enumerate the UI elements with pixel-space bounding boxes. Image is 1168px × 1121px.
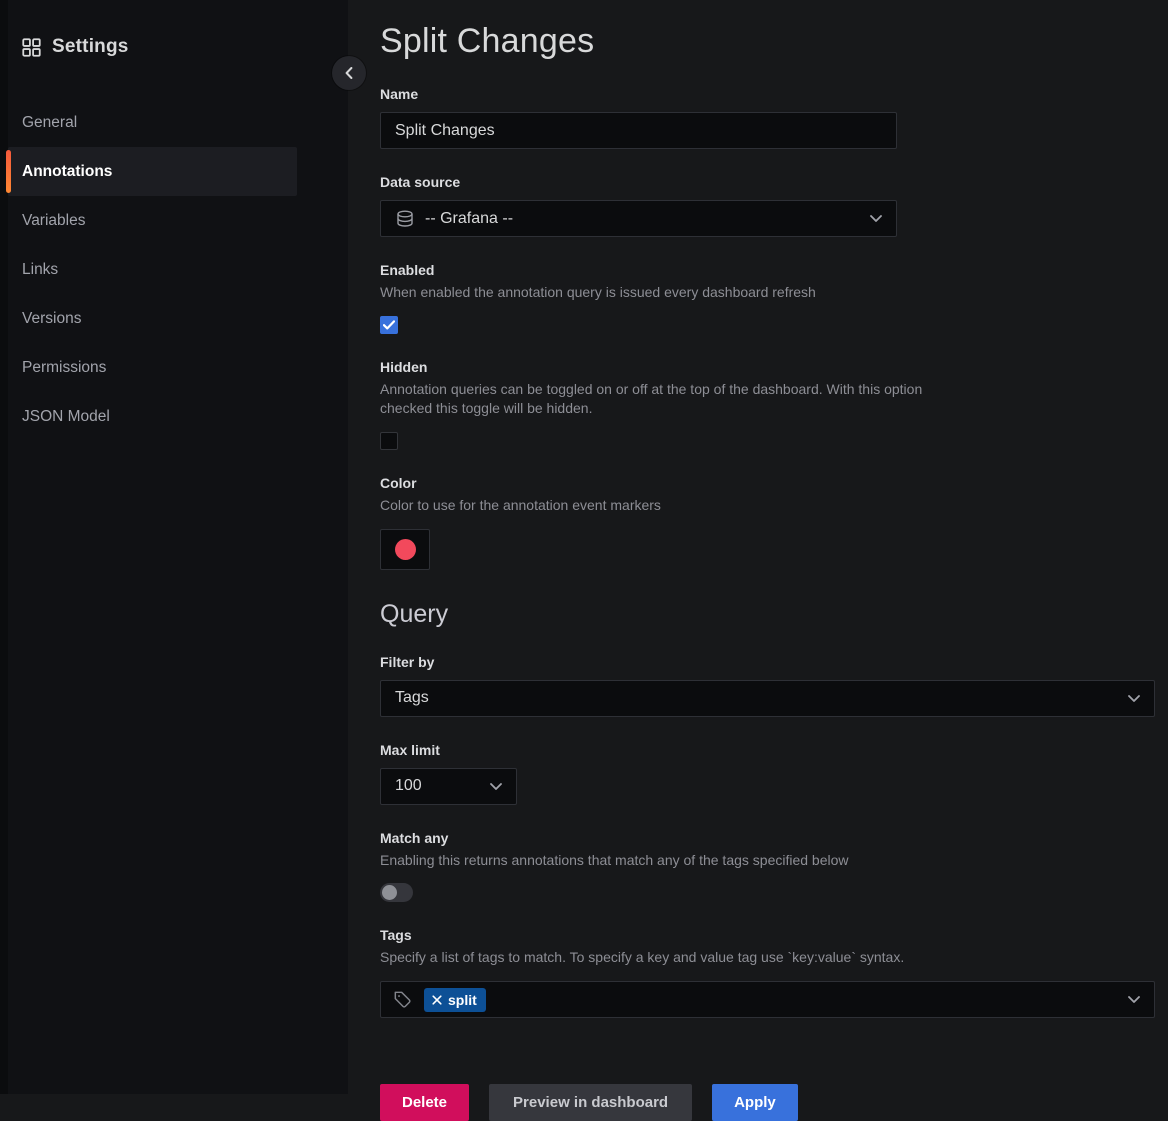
sidebar-item-annotations[interactable]: Annotations [8,147,297,196]
filter-by-select[interactable]: Tags [380,680,1155,717]
data-source-field-group: Data source -- Grafana -- [380,174,1155,237]
settings-nav: General Annotations Variables Links Vers… [8,98,348,441]
toggle-knob [382,885,397,900]
enabled-label: Enabled [380,262,1155,278]
hidden-field-group: Hidden Annotation queries can be toggled… [380,359,1155,450]
name-field-group: Name [380,86,1155,149]
enabled-field-group: Enabled When enabled the annotation quer… [380,262,1155,334]
collapse-sidebar-button[interactable] [332,56,366,90]
delete-button[interactable]: Delete [380,1084,469,1121]
chevron-down-icon [1128,996,1140,1003]
color-label: Color [380,475,1155,491]
filter-by-value: Tags [395,689,429,707]
sidebar-item-label: Annotations [22,163,112,181]
page-title: Split Changes [380,22,1155,61]
apply-button[interactable]: Apply [712,1084,798,1121]
enabled-checkbox[interactable] [380,316,398,334]
sidebar-item-links[interactable]: Links [8,245,348,294]
color-description: Color to use for the annotation event ma… [380,496,1155,515]
annotation-color-swatch [395,539,416,560]
sidebar-item-label: Links [22,261,58,279]
sidebar-item-label: Permissions [22,359,106,377]
filter-by-field-group: Filter by Tags [380,654,1155,717]
tag-pill-split[interactable]: split [424,988,486,1012]
chevron-down-icon [490,783,502,790]
name-label: Name [380,86,1155,102]
database-icon [395,209,415,229]
tag-pill-label: split [448,992,477,1008]
tags-input[interactable]: split [380,981,1155,1018]
sidebar-item-label: JSON Model [22,408,110,426]
tag-icon [393,990,412,1009]
max-limit-select[interactable]: 100 [380,768,517,805]
hidden-description: Annotation queries can be toggled on or … [380,380,972,418]
tags-description: Specify a list of tags to match. To spec… [380,948,1155,967]
sidebar-item-versions[interactable]: Versions [8,294,348,343]
sidebar-title: Settings [52,36,129,58]
sidebar-item-variables[interactable]: Variables [8,196,348,245]
annotation-settings-panel: Split Changes Name Data source -- Grafan… [348,0,1168,1094]
sidebar-item-label: Versions [22,310,81,328]
sidebar-item-json-model[interactable]: JSON Model [8,392,348,441]
max-limit-label: Max limit [380,742,1155,758]
checkmark-icon [383,320,395,330]
tags-field-group: Tags Specify a list of tags to match. To… [380,927,1155,1018]
match-any-label: Match any [380,830,1155,846]
chevron-down-icon [1128,695,1140,702]
max-limit-field-group: Max limit 100 [380,742,1155,805]
name-input[interactable] [380,112,897,149]
tags-label: Tags [380,927,1155,943]
data-source-label: Data source [380,174,1155,190]
actions-row: Delete Preview in dashboard Apply [380,1084,1155,1121]
max-limit-value: 100 [395,777,422,795]
sidebar-item-permissions[interactable]: Permissions [8,343,348,392]
preview-in-dashboard-button[interactable]: Preview in dashboard [489,1084,692,1121]
query-section-heading: Query [380,600,1155,629]
enabled-description: When enabled the annotation query is iss… [380,283,1155,302]
chevron-left-icon [345,67,353,79]
match-any-description: Enabling this returns annotations that m… [380,851,1155,870]
settings-sidebar: Settings General Annotations Variables L… [0,0,348,1094]
chevron-down-icon [870,215,882,222]
sidebar-item-label: Variables [22,212,85,230]
annotation-color-picker[interactable] [380,529,430,570]
sidebar-item-label: General [22,114,77,132]
apps-grid-icon [22,38,41,57]
data-source-select[interactable]: -- Grafana -- [380,200,897,237]
match-any-field-group: Match any Enabling this returns annotati… [380,830,1155,903]
hidden-label: Hidden [380,359,1155,375]
data-source-value: -- Grafana -- [425,210,513,228]
match-any-toggle[interactable] [380,883,413,902]
sidebar-header: Settings [8,36,348,58]
hidden-checkbox[interactable] [380,432,398,450]
filter-by-label: Filter by [380,654,1155,670]
sidebar-item-general[interactable]: General [8,98,348,147]
color-field-group: Color Color to use for the annotation ev… [380,475,1155,570]
close-icon[interactable] [432,995,442,1005]
